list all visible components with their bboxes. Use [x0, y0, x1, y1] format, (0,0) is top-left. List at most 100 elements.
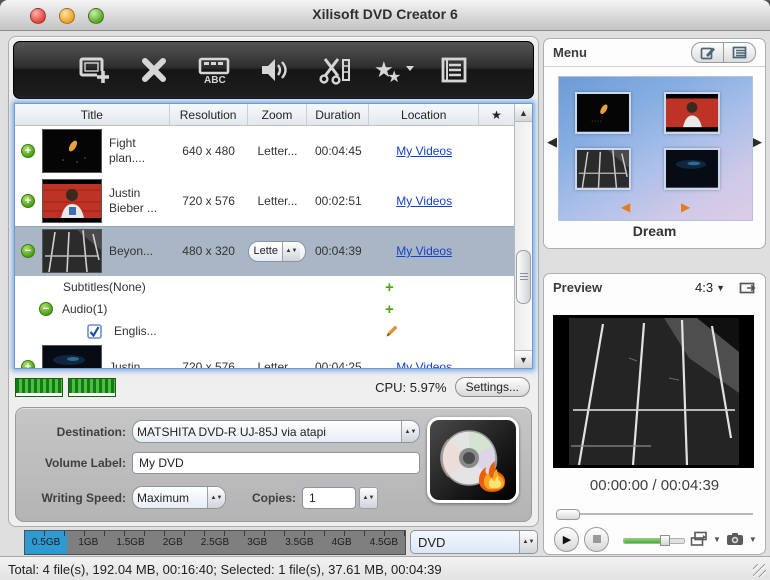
table-row-selected[interactable]: − Beyon... 480 x 320 Lette ▲▼	[15, 226, 514, 276]
menu-template-preview[interactable]: ▪ ▪ ▪ ▪	[558, 76, 753, 221]
column-zoom[interactable]: Zoom	[248, 104, 308, 125]
scrollbar[interactable]: ▲ ▼	[514, 104, 532, 368]
stepper-icon[interactable]: ▲▼	[401, 421, 419, 442]
volume-slider[interactable]	[623, 535, 685, 544]
menu-thumb[interactable]: ▪ ▪ ▪ ▪	[575, 92, 631, 134]
expand-icon[interactable]: +	[21, 144, 35, 158]
menu-thumb[interactable]	[575, 148, 631, 190]
edit-pencil-icon[interactable]	[385, 324, 399, 338]
add-video-button[interactable]	[72, 51, 116, 89]
video-resolution: 480 x 320	[170, 244, 248, 258]
main-panel: ABC ★	[8, 36, 539, 527]
menu-thumb[interactable]	[664, 92, 720, 134]
audio-row[interactable]: − Audio(1) +	[15, 298, 514, 320]
effects-icon: ★ ★	[373, 54, 415, 86]
subtitles-row[interactable]: Subtitles(None) +	[15, 276, 514, 298]
collapse-icon[interactable]: −	[39, 302, 53, 316]
subtitle-button[interactable]: ABC	[192, 51, 236, 89]
audio-button[interactable]	[252, 51, 296, 89]
writing-speed-select[interactable]: Maximum ▲▼	[132, 486, 226, 509]
column-resolution[interactable]: Resolution	[170, 104, 248, 125]
volume-thumb[interactable]	[660, 535, 670, 546]
play-button[interactable]: ▶	[554, 527, 579, 552]
scroll-down-icon[interactable]: ▼	[515, 350, 532, 368]
location-link[interactable]: My Videos	[396, 194, 452, 208]
column-duration[interactable]: Duration	[307, 104, 369, 125]
chevron-down-icon[interactable]: ▼	[749, 535, 757, 544]
menu-list-button[interactable]	[723, 43, 755, 62]
checkbox-checked[interactable]	[87, 324, 102, 339]
device-output-button[interactable]	[690, 531, 708, 547]
stepper-icon[interactable]: ▲▼	[282, 242, 300, 261]
video-zoom: Letter...	[248, 194, 308, 208]
aspect-ratio-value: 4:3	[695, 280, 713, 295]
scroll-up-icon[interactable]: ▲	[515, 104, 532, 122]
column-title[interactable]: Title	[15, 104, 170, 125]
audio-track-row[interactable]: Englis...	[15, 320, 514, 342]
table-row[interactable]: + Fight plan.... 640 x 480 Letter... 00:…	[15, 126, 514, 176]
menu-thumb[interactable]	[664, 148, 720, 190]
table-row[interactable]: + Justin Bieber ... 720 x 576 Letter...	[15, 176, 514, 226]
aspect-ratio-select[interactable]: 4:3 ▼	[695, 280, 725, 295]
video-title: Justin Bieber ...	[109, 186, 170, 216]
seek-slider[interactable]	[556, 509, 753, 518]
video-title: Justin	[109, 360, 140, 369]
tick-label: 3GB	[236, 537, 278, 548]
remove-video-icon	[137, 55, 171, 85]
next-template-icon[interactable]: ▶	[752, 134, 762, 150]
title-bar: Xilisoft DVD Creator 6	[0, 0, 770, 31]
scroll-thumb[interactable]	[516, 250, 531, 304]
edit-menu-button[interactable]	[692, 43, 723, 62]
stepper-icon[interactable]: ▲▼	[207, 487, 225, 508]
cpu-label: CPU: 5.97%	[375, 380, 447, 395]
add-subtitle-icon[interactable]: +	[385, 279, 394, 296]
column-location[interactable]: Location	[369, 104, 479, 125]
location-link[interactable]: My Videos	[396, 144, 452, 158]
scroll-track[interactable]	[515, 122, 532, 350]
location-link[interactable]: My Videos	[396, 360, 452, 368]
resize-grip[interactable]	[753, 564, 766, 577]
volume-label-input[interactable]: My DVD	[132, 452, 420, 474]
zoom-mode-select[interactable]: Lette ▲▼	[248, 241, 306, 262]
video-resolution: 640 x 480	[170, 144, 248, 158]
detach-preview-button[interactable]	[739, 281, 756, 294]
disc-type-select[interactable]: DVD ▲▼	[410, 530, 538, 554]
copies-input[interactable]: 1	[302, 487, 356, 509]
burn-disc-icon	[436, 425, 510, 495]
destination-select[interactable]: MATSHITA DVD-R UJ-85J via atapi ▲▼	[132, 420, 420, 443]
copies-stepper[interactable]: ▲▼	[359, 487, 378, 509]
chevron-down-icon[interactable]: ▼	[713, 535, 721, 544]
copies-label: Copies:	[226, 491, 296, 505]
settings-button[interactable]: Settings...	[455, 377, 530, 397]
snapshot-button[interactable]	[726, 532, 744, 546]
add-audio-icon[interactable]: +	[385, 301, 394, 318]
tick-label: 2GB	[152, 537, 194, 548]
previous-template-icon[interactable]: ◀	[547, 134, 557, 150]
writing-speed-label: Writing Speed:	[26, 491, 126, 505]
table-row[interactable]: + Justin 720 x 576 Letter... 00:04:25 My…	[15, 342, 514, 368]
svg-text:▪ ▪ ▪ ▪: ▪ ▪ ▪ ▪	[591, 119, 601, 124]
stepper-icon[interactable]: ▲▼	[519, 531, 537, 553]
burn-button[interactable]	[427, 417, 519, 503]
column-star[interactable]: ★	[479, 104, 514, 125]
location-link[interactable]: My Videos	[396, 244, 452, 258]
file-list-header: Title Resolution Zoom Duration Location …	[15, 104, 514, 126]
dvd-menu-button[interactable]	[432, 51, 476, 89]
clip-button[interactable]	[312, 51, 356, 89]
edit-menu-icon	[700, 46, 716, 60]
clip-icon	[316, 54, 352, 86]
play-icon: ▶	[563, 533, 571, 546]
effects-button[interactable]: ★ ★	[372, 51, 416, 89]
menu-prev-page-icon[interactable]: ◀	[621, 201, 630, 213]
expand-icon[interactable]: +	[21, 360, 35, 368]
svg-text:★: ★	[387, 69, 401, 86]
remove-video-button[interactable]	[132, 51, 176, 89]
file-list: Title Resolution Zoom Duration Location …	[14, 103, 533, 369]
expand-icon[interactable]: +	[21, 194, 35, 208]
video-preview[interactable]	[553, 315, 754, 468]
menu-next-page-icon[interactable]: ▶	[681, 201, 690, 213]
collapse-icon[interactable]: −	[21, 244, 35, 258]
menu-list-icon	[732, 46, 747, 59]
stop-button[interactable]	[584, 527, 609, 552]
seek-thumb[interactable]	[556, 509, 580, 520]
